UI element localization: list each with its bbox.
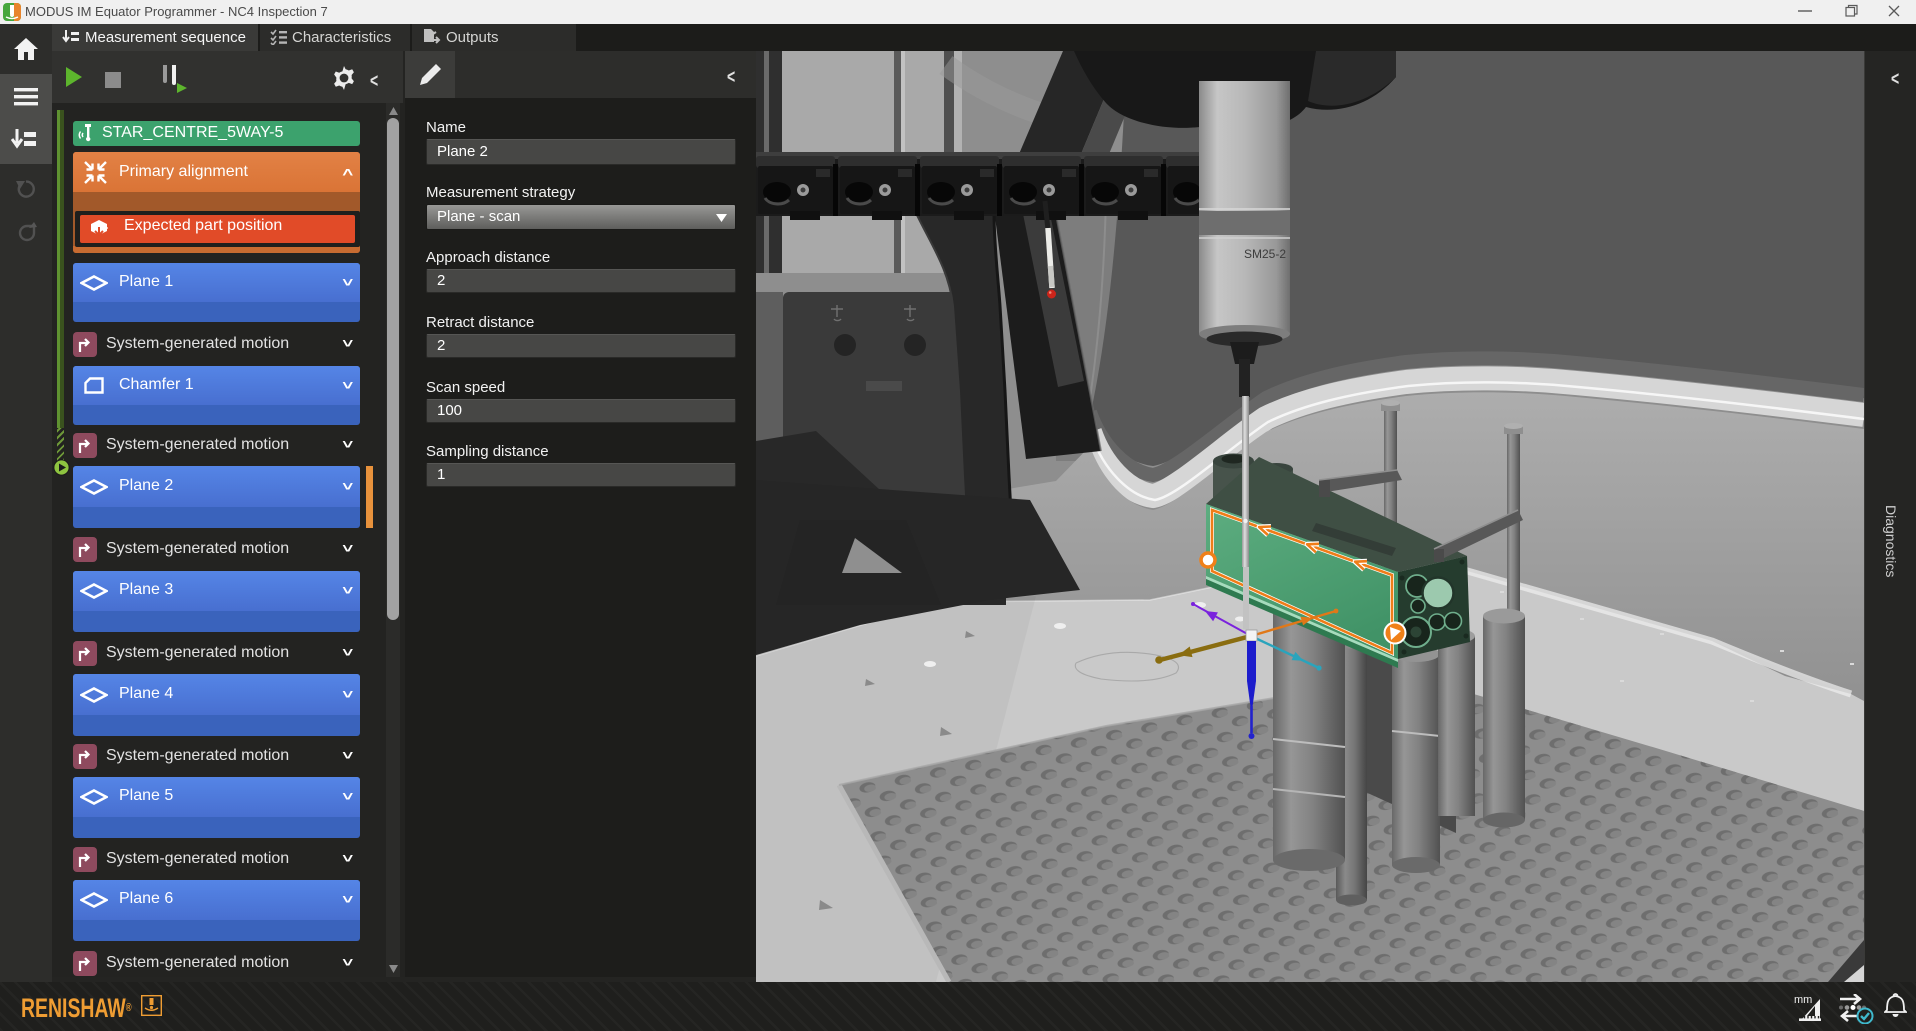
- svg-text:mm: mm: [1794, 994, 1812, 1006]
- svg-text:SM25-2: SM25-2: [1244, 247, 1286, 261]
